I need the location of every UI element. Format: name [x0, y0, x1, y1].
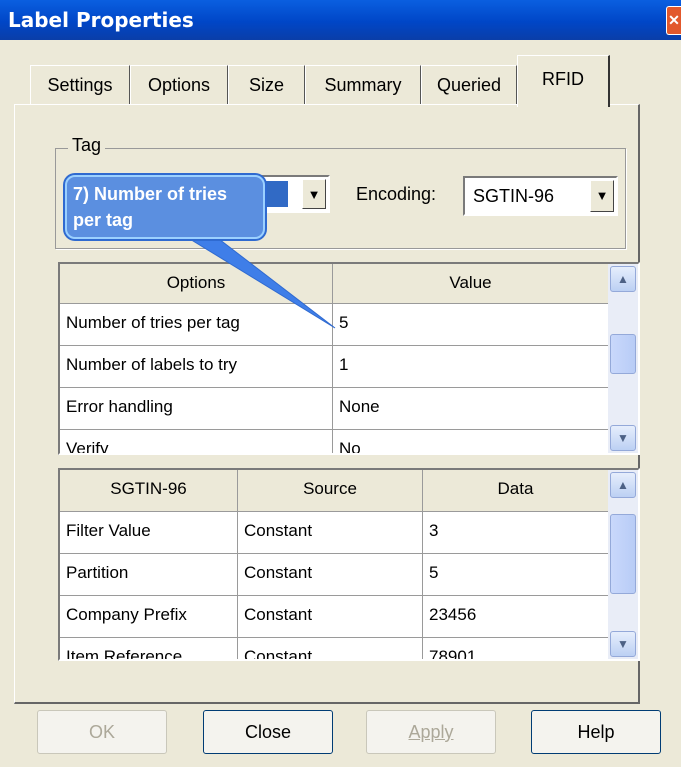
callout-pointer — [183, 235, 336, 329]
annotation-callout: 7) Number of tries per tag — [65, 175, 265, 239]
